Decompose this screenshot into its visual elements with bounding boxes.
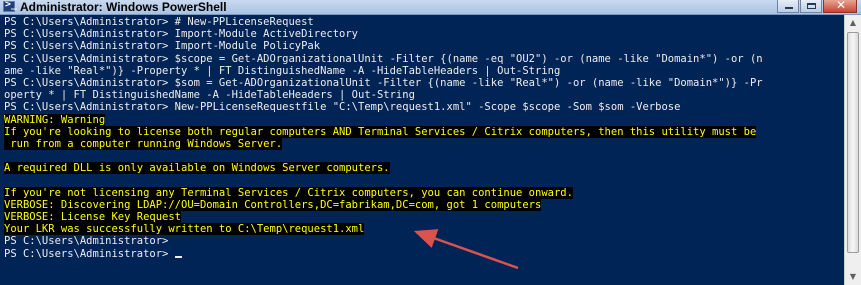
console-line-lkr-success: Your LKR was successfully written to C:\…: [4, 223, 841, 236]
scrollbar-thumb[interactable]: [847, 32, 859, 253]
console-line-som-command: PS C:\Users\Administrator> $som = Get-AD…: [4, 76, 763, 89]
console-line-import-activedirectory: PS C:\Users\Administrator> Import-Module…: [4, 28, 359, 41]
maximize-icon: [807, 3, 816, 9]
powershell-icon-glyph: >_: [5, 0, 18, 10]
title-bar[interactable]: >_ Administrator: Windows PowerShell ✕: [0, 0, 861, 15]
console-line-blank-1: [4, 150, 841, 162]
console-line-blank-2: [4, 174, 841, 186]
console-line-verbose-lkr: VERBOSE: License Key Request: [4, 211, 841, 223]
console-line-import-policypak: PS C:\Users\Administrator> Import-Module…: [4, 40, 321, 53]
powershell-icon[interactable]: >_: [3, 0, 18, 12]
console-line-warning-header: WARNING: Warning: [4, 113, 841, 126]
console-line-warning-body-1: If you're looking to license both regula…: [4, 125, 841, 138]
warning-body-2-text: run from a computer running Windows Serv…: [4, 137, 283, 150]
close-icon: ✕: [836, 0, 847, 12]
console-line-dll-warning: A required DLL is only available on Wind…: [4, 162, 841, 175]
console-line-scope-command-cont: ame -like "Real*")} -Property * | FT Dis…: [4, 64, 561, 77]
warning-header-text: WARNING: Warning: [4, 113, 106, 126]
verbose-ldap-text: VERBOSE: Discovering LDAP://OU=Domain Co…: [4, 198, 542, 211]
console-line-som-command-cont: operty * | FT DistinguishedName -A -Hide…: [4, 89, 415, 102]
console-output[interactable]: PS C:\Users\Administrator> # New-PPLicen…: [4, 16, 841, 285]
console-line-prompt-comment: PS C:\Users\Administrator> # New-PPLicen…: [4, 16, 314, 28]
console-line-scope-command: PS C:\Users\Administrator> $scope = Get-…: [4, 52, 763, 65]
console-line-verbose-ldap: VERBOSE: Discovering LDAP://OU=Domain Co…: [4, 198, 841, 211]
lkr-success-text: Your LKR was successfully written to C:\…: [4, 223, 365, 236]
powershell-window: >_ Administrator: Windows PowerShell ✕ P…: [0, 0, 861, 285]
console-line-warning-body-2: run from a computer running Windows Serv…: [4, 137, 841, 150]
warning-body-1-text: If you're looking to license both regula…: [4, 125, 757, 138]
minimize-icon: [785, 7, 793, 9]
scroll-up-arrow-icon[interactable]: ▲: [845, 15, 861, 31]
continue-note-text: If you're not licensing any Terminal Ser…: [4, 186, 573, 199]
console-line-prompt-1: PS C:\Users\Administrator>: [4, 235, 169, 248]
verbose-lkr-text: VERBOSE: License Key Request: [4, 211, 182, 223]
console-line-prompt-active[interactable]: PS C:\Users\Administrator>: [4, 248, 841, 260]
console-line-new-license-request: PS C:\Users\Administrator> New-PPLicense…: [4, 101, 681, 114]
text-cursor: [174, 255, 182, 258]
window-title: Administrator: Windows PowerShell: [20, 0, 227, 14]
console-line-continue-note: If you're not licensing any Terminal Ser…: [4, 186, 841, 199]
maximize-button[interactable]: [800, 0, 822, 13]
close-button[interactable]: ✕: [823, 0, 857, 13]
scroll-down-arrow-icon[interactable]: ▼: [845, 269, 861, 285]
active-prompt-text: PS C:\Users\Administrator>: [4, 247, 175, 260]
dll-warning-text: A required DLL is only available on Wind…: [4, 162, 390, 175]
minimize-button[interactable]: [777, 0, 799, 13]
window-controls: ✕: [777, 0, 857, 14]
vertical-scrollbar[interactable]: ▲ ▼: [844, 15, 861, 285]
